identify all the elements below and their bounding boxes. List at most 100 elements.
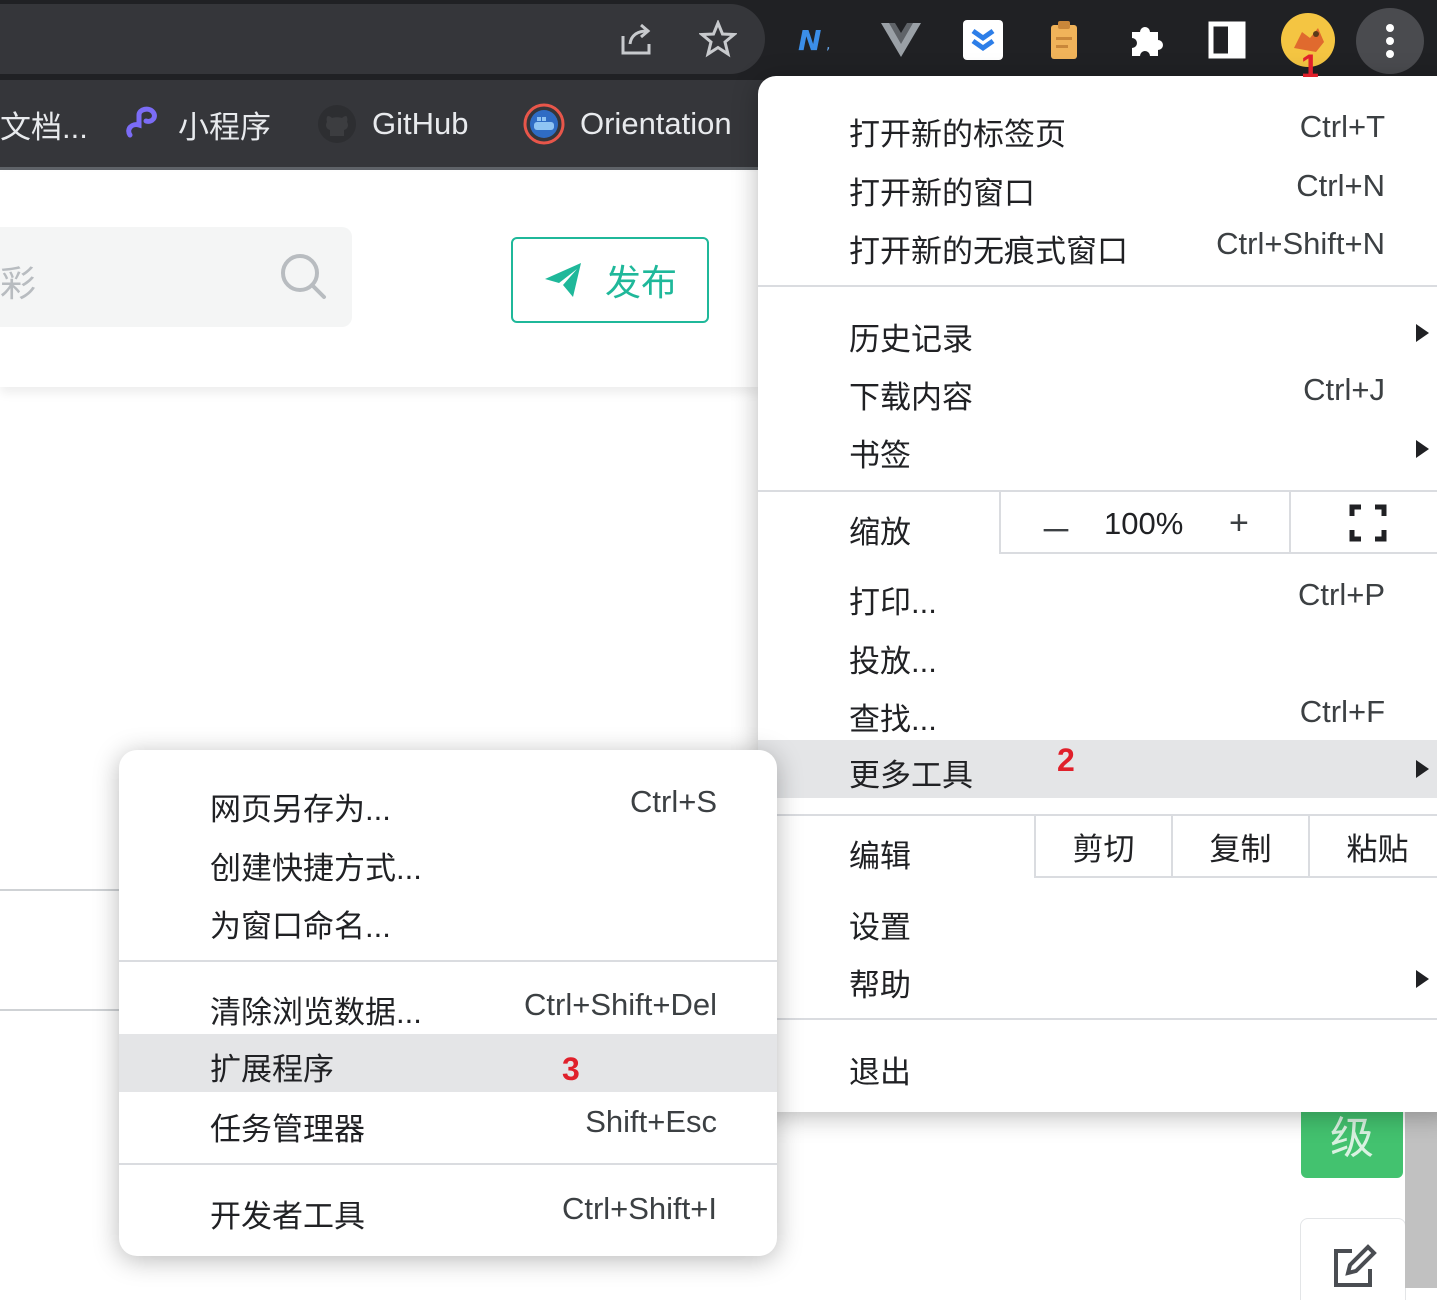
- zoom-controls-cell: － 100% +: [999, 492, 1289, 554]
- docker-icon: [523, 103, 565, 145]
- page-scrollbar[interactable]: [1405, 1112, 1437, 1288]
- fullscreen-icon: [1349, 504, 1387, 542]
- search-input[interactable]: 彩: [0, 227, 352, 327]
- menu-item-more-tools[interactable]: 更多工具: [758, 740, 1437, 798]
- menu-item-shortcut: Ctrl+Shift+Del: [524, 987, 717, 1022]
- zoom-level: 100%: [1104, 506, 1184, 541]
- menu-item-history[interactable]: 历史记录: [758, 304, 1437, 362]
- bookmark-orientation[interactable]: Orientation: [522, 100, 732, 148]
- svg-text:N: N: [798, 25, 821, 55]
- menu-item-label: 开发者工具: [210, 1199, 365, 1234]
- menu-item-create-shortcut[interactable]: 创建快捷方式...: [119, 833, 777, 891]
- menu-item-label: 为窗口命名...: [210, 909, 391, 944]
- puzzle-icon[interactable]: [1124, 18, 1168, 62]
- paste-button[interactable]: 粘贴: [1308, 816, 1437, 878]
- zoom-out-button[interactable]: －: [1039, 504, 1073, 553]
- bookmark-mini-program[interactable]: 小程序: [122, 100, 271, 148]
- edit-button[interactable]: [1300, 1218, 1406, 1300]
- publish-label: 发布: [604, 262, 677, 303]
- copy-button[interactable]: 复制: [1171, 816, 1308, 878]
- menu-item-downloads[interactable]: 下载内容 Ctrl+J: [758, 362, 1437, 420]
- svg-text:,: ,: [826, 37, 830, 53]
- menu-item-save-page[interactable]: 网页另存为... Ctrl+S: [119, 774, 777, 832]
- menu-item-label: 下载内容: [849, 380, 973, 415]
- menu-item-bookmarks[interactable]: 书签: [758, 420, 1437, 478]
- fullscreen-button[interactable]: [1289, 492, 1437, 554]
- menu-item-cast[interactable]: 投放...: [758, 626, 1437, 684]
- more-tools-submenu: 网页另存为... Ctrl+S 创建快捷方式... 为窗口命名... 清除浏览数…: [119, 750, 777, 1256]
- menu-item-settings[interactable]: 设置: [758, 892, 1437, 950]
- bookmark-label: Orientation: [580, 106, 732, 141]
- menu-item-label: 打开新的无痕式窗口: [849, 234, 1128, 269]
- menu-separator: [758, 285, 1437, 287]
- cut-label: 剪切: [1072, 831, 1135, 867]
- menu-separator: [758, 1018, 1437, 1020]
- bookmark-label: GitHub: [372, 106, 469, 141]
- address-bar[interactable]: [0, 4, 765, 74]
- menu-item-label: 帮助: [849, 968, 911, 1003]
- submenu-arrow-icon: [1416, 760, 1429, 778]
- zoom-control: 缩放 － 100% +: [758, 492, 1437, 554]
- paste-label: 粘贴: [1346, 831, 1409, 867]
- more-vert-icon: [1386, 24, 1394, 58]
- copy-label: 复制: [1209, 831, 1272, 867]
- menu-item-exit[interactable]: 退出: [758, 1037, 1437, 1095]
- menu-item-shortcut: Ctrl+S: [630, 784, 717, 819]
- cut-button[interactable]: 剪切: [1034, 816, 1171, 878]
- menu-item-name-window[interactable]: 为窗口命名...: [119, 891, 777, 949]
- step-marker-2: 2: [1057, 742, 1075, 778]
- menu-item-label: 打开新的标签页: [849, 117, 1066, 152]
- naive-ui-icon[interactable]: N,: [798, 18, 842, 62]
- menu-item-label: 历史记录: [849, 322, 973, 357]
- bookmark-star-icon[interactable]: [698, 19, 738, 59]
- chrome-main-menu: 打开新的标签页 Ctrl+T 打开新的窗口 Ctrl+N 打开新的无痕式窗口 C…: [758, 76, 1437, 1112]
- toolkit-icon[interactable]: [961, 18, 1005, 62]
- vue-devtools-icon[interactable]: [879, 18, 923, 62]
- menu-item-label: 清除浏览数据...: [210, 995, 422, 1030]
- menu-item-label: 更多工具: [849, 758, 973, 793]
- menu-item-help[interactable]: 帮助: [758, 950, 1437, 1008]
- submenu-arrow-icon: [1416, 440, 1429, 458]
- github-icon: [318, 105, 356, 143]
- menu-item-shortcut: Shift+Esc: [585, 1104, 717, 1139]
- menu-item-print[interactable]: 打印... Ctrl+P: [758, 567, 1437, 625]
- side-panel-icon[interactable]: [1205, 18, 1249, 62]
- submenu-arrow-icon: [1416, 324, 1429, 342]
- share-icon[interactable]: [616, 19, 656, 59]
- menu-item-shortcut: Ctrl+Shift+I: [561, 1191, 717, 1226]
- menu-item-shortcut: Ctrl+P: [1298, 577, 1385, 612]
- submenu-arrow-icon: [1416, 970, 1429, 988]
- bookmark-docs[interactable]: 文档...: [0, 100, 88, 148]
- menu-item-new-window[interactable]: 打开新的窗口 Ctrl+N: [758, 158, 1437, 216]
- chrome-menu-button[interactable]: [1356, 8, 1424, 74]
- menu-item-shortcut: Ctrl+T: [1299, 109, 1385, 144]
- menu-item-extensions[interactable]: 扩展程序: [119, 1034, 777, 1092]
- bookmark-github[interactable]: GitHub: [316, 100, 468, 148]
- clipboard-icon[interactable]: [1042, 18, 1086, 62]
- menu-item-shortcut: Ctrl+N: [1296, 168, 1385, 203]
- menu-item-find[interactable]: 查找... Ctrl+F: [758, 684, 1437, 742]
- menu-item-clear-browsing-data[interactable]: 清除浏览数据... Ctrl+Shift+Del: [119, 977, 777, 1035]
- menu-item-label: 书签: [849, 438, 911, 473]
- publish-button[interactable]: 发布: [511, 237, 709, 323]
- edit-control: 编辑 剪切 复制 粘贴: [758, 816, 1437, 878]
- menu-item-label: 设置: [849, 910, 911, 945]
- menu-item-shortcut: Ctrl+J: [1303, 372, 1385, 407]
- menu-item-developer-tools[interactable]: 开发者工具 Ctrl+Shift+I: [119, 1181, 777, 1239]
- menu-item-task-manager[interactable]: 任务管理器 Shift+Esc: [119, 1094, 777, 1152]
- menu-item-label: 打开新的窗口: [849, 176, 1035, 211]
- search-placeholder: 彩: [0, 263, 37, 304]
- menu-item-new-tab[interactable]: 打开新的标签页 Ctrl+T: [758, 99, 1437, 157]
- bookmark-label: 小程序: [178, 109, 271, 145]
- search-icon[interactable]: [278, 251, 330, 303]
- edit-label: 编辑: [849, 839, 911, 874]
- menu-item-incognito[interactable]: 打开新的无痕式窗口 Ctrl+Shift+N: [758, 216, 1437, 274]
- menu-item-label: 打印...: [849, 585, 937, 620]
- send-icon: [544, 263, 581, 297]
- menu-item-shortcut: Ctrl+Shift+N: [1216, 226, 1385, 261]
- step-marker-1: 1: [1301, 48, 1319, 84]
- zoom-in-button[interactable]: +: [1229, 504, 1249, 543]
- zoom-label: 缩放: [849, 515, 911, 550]
- menu-item-label: 查找...: [849, 702, 937, 737]
- mini-program-icon: [126, 106, 157, 138]
